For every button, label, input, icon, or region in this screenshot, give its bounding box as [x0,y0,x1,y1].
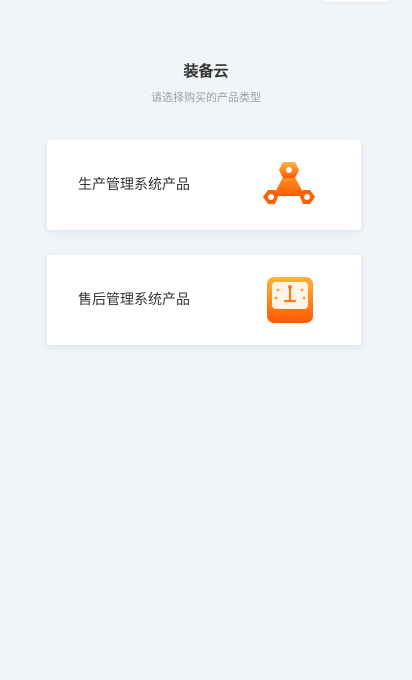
page-title: 装备云 [183,62,229,80]
production-system-card[interactable]: 生产管理系统产品 [47,140,361,230]
aftersales-system-card[interactable]: 售后管理系统产品 [47,255,361,345]
page-header: 装备云 请选择购买的产品类型 [0,60,412,106]
aftersales-gauge-icon [261,275,317,325]
top-bar-pill [320,0,392,2]
production-hub-icon [261,160,317,210]
page-subtitle: 请选择购买的产品类型 [151,91,261,104]
aftersales-system-label: 售后管理系统产品 [78,292,190,308]
production-system-label: 生产管理系统产品 [78,177,190,193]
